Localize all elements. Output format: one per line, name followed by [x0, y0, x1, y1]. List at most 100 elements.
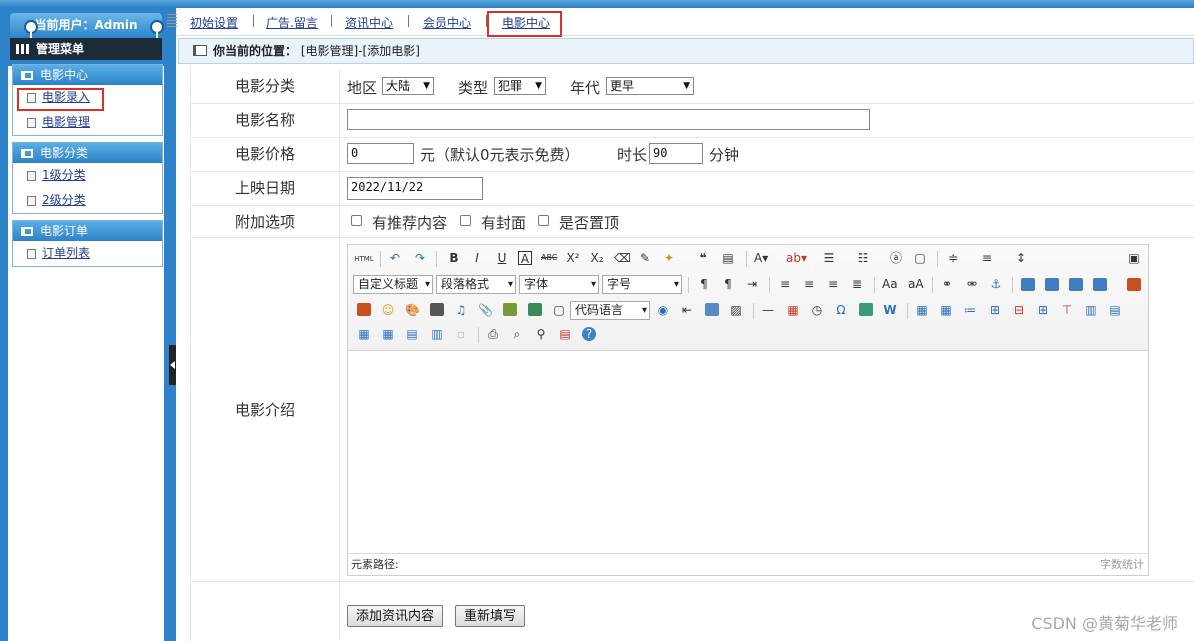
multi-image-icon[interactable] [357, 303, 371, 316]
submit-button[interactable]: 添加资讯内容 [347, 605, 444, 627]
insert-image-icon[interactable] [1127, 278, 1141, 291]
auto-format-icon[interactable]: ✦ [662, 251, 676, 265]
word-image-icon[interactable]: W [883, 303, 897, 317]
insert-video-icon[interactable] [430, 303, 444, 316]
delete-table-icon[interactable]: ▦ [939, 303, 953, 317]
rtl-icon[interactable]: ¶ [721, 277, 735, 291]
underline-icon[interactable]: U [495, 251, 509, 265]
font-family-select[interactable]: 字体 [519, 275, 599, 294]
split-cols-icon[interactable]: ▥ [430, 327, 444, 341]
anchor-icon[interactable]: ⚓ [989, 277, 1003, 291]
blockquote-icon[interactable]: ❝ [696, 251, 710, 265]
image-float-left-icon[interactable] [1045, 278, 1059, 291]
music-icon[interactable]: ♫ [454, 303, 468, 317]
select-all-icon[interactable]: ⓐ [889, 251, 903, 265]
font-border-icon[interactable]: A [518, 251, 532, 266]
split-rows-icon[interactable]: ▤ [405, 327, 419, 341]
merge-cells-icon[interactable]: ▥ [1084, 303, 1098, 317]
align-left-icon[interactable]: ≡ [778, 277, 792, 291]
collapse-sidebar-handle[interactable] [169, 345, 176, 385]
custom-title-select[interactable]: 自定义标题 [353, 275, 433, 294]
sidebar-item-category-level1[interactable]: 1级分类 [13, 163, 162, 188]
paragraph-format-select[interactable]: 段落格式 [436, 275, 516, 294]
price-input[interactable]: 0 [347, 143, 414, 164]
paste-text-icon[interactable]: ▤ [721, 251, 735, 265]
italic-icon[interactable]: I [470, 251, 484, 265]
group-title[interactable]: 电影中心 [13, 65, 162, 85]
group-title[interactable]: 电影分类 [13, 143, 162, 163]
align-center-icon[interactable]: ≡ [802, 277, 816, 291]
nav-item-settings[interactable]: 初始设置 [190, 14, 238, 31]
insert-paragraph-icon[interactable]: ≔ [963, 303, 977, 317]
drafts-icon[interactable]: ▤ [558, 327, 572, 341]
time-icon[interactable]: ◷ [810, 303, 824, 317]
insert-col-icon[interactable]: ⊞ [1036, 303, 1050, 317]
merge-down-icon[interactable]: ▦ [357, 327, 371, 341]
unordered-list-icon[interactable]: ☷ [856, 251, 870, 265]
image-float-right-icon[interactable] [1069, 278, 1083, 291]
bold-icon[interactable]: B [447, 251, 461, 265]
nav-item-news[interactable]: 资讯中心 [345, 14, 393, 31]
nav-item-members[interactable]: 会员中心 [423, 14, 471, 31]
superscript-icon[interactable]: X² [566, 251, 580, 265]
row-spacing-bottom-icon[interactable]: ≡ [980, 251, 994, 265]
font-size-select[interactable]: 字号 [602, 275, 682, 294]
search-replace-icon[interactable]: ⚲ [534, 327, 548, 341]
row-spacing-top-icon[interactable]: ≑ [946, 251, 960, 265]
justify-icon[interactable]: ≣ [850, 277, 864, 291]
clear-doc-icon[interactable]: ▢ [913, 251, 927, 265]
sidebar-item-category-level2[interactable]: 2级分类 [13, 188, 162, 213]
help-icon[interactable]: ? [582, 327, 596, 341]
subscript-icon[interactable]: X₂ [590, 251, 604, 265]
strikethrough-icon[interactable]: ABC [541, 251, 557, 265]
print-icon[interactable]: ⎙ [486, 327, 500, 341]
split-cells-icon[interactable]: ▦ [381, 327, 395, 341]
link-icon[interactable]: ⚭ [940, 277, 954, 291]
emotion-icon[interactable]: ☺ [381, 303, 395, 317]
snap-screen-icon[interactable] [859, 303, 873, 316]
eraser-icon[interactable]: ⌫ [614, 251, 631, 265]
image-center-icon[interactable] [1093, 278, 1107, 291]
indent-icon[interactable]: ⇥ [745, 277, 759, 291]
html-source-icon[interactable]: HTML [353, 252, 375, 266]
horizontal-rule-icon[interactable]: — [761, 303, 775, 317]
sidebar-item-order-list[interactable]: 订单列表 [13, 241, 162, 266]
pin-top-checkbox[interactable] [538, 215, 549, 226]
movie-name-input[interactable] [347, 109, 870, 130]
insert-frame-icon[interactable]: ▢ [552, 303, 566, 317]
google-map-icon[interactable] [528, 303, 542, 316]
reset-button[interactable]: 重新填写 [455, 605, 526, 627]
release-date-input[interactable]: 2022/11/22 [347, 177, 483, 200]
insert-table-icon[interactable]: ▦ [915, 303, 929, 317]
uppercase-icon[interactable]: Aa [882, 277, 898, 291]
lowercase-icon[interactable]: aA [908, 277, 924, 291]
sidebar-item-movie-manage[interactable]: 电影管理 [13, 110, 162, 135]
undo-icon[interactable]: ↶ [388, 251, 402, 265]
ltr-icon[interactable]: ¶ [697, 277, 711, 291]
date-icon[interactable]: ▦ [786, 303, 800, 317]
redo-icon[interactable]: ↷ [413, 251, 427, 265]
type-select[interactable]: 犯罪 [494, 77, 546, 95]
recommend-checkbox[interactable] [351, 215, 362, 226]
nav-item-ads[interactable]: 广告.留言 [266, 14, 318, 31]
line-height-icon[interactable]: ↕ [1014, 251, 1028, 265]
group-title[interactable]: 电影订单 [13, 221, 162, 241]
editor-content-area[interactable] [348, 351, 1148, 551]
web-app-icon[interactable]: ◉ [656, 303, 670, 317]
format-brush-icon[interactable]: ✎ [638, 251, 652, 265]
insert-row-icon[interactable]: ⊞ [988, 303, 1002, 317]
code-language-select[interactable]: 代码语言 [570, 301, 650, 320]
align-right-icon[interactable]: ≡ [826, 277, 840, 291]
image-float-none-icon[interactable] [1021, 278, 1035, 291]
page-break-icon[interactable]: ⇤ [680, 303, 694, 317]
ordered-list-icon[interactable]: ☰ [822, 251, 836, 265]
map-icon[interactable] [503, 303, 517, 316]
duration-input[interactable]: 90 [649, 143, 703, 164]
background-icon[interactable]: ▨ [729, 303, 743, 317]
cover-checkbox[interactable] [460, 215, 471, 226]
delete-row-icon[interactable]: ⊟ [1012, 303, 1026, 317]
delete-col-icon[interactable]: ⊤ [1060, 303, 1074, 317]
special-char-icon[interactable]: Ω [834, 303, 848, 317]
highlight-color-icon[interactable]: ab▾ [786, 251, 807, 265]
attachment-icon[interactable]: 📎 [478, 303, 493, 317]
